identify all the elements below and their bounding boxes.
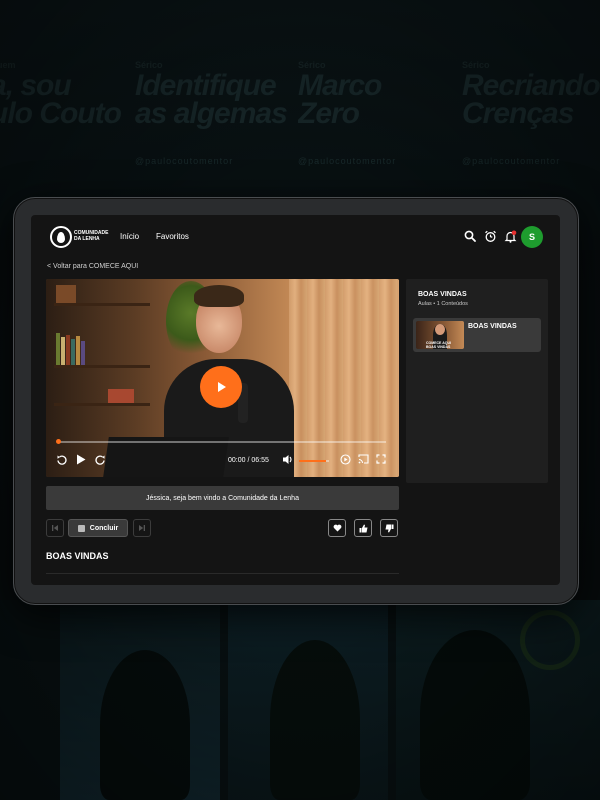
person-silhouette bbox=[100, 650, 190, 800]
thumbnail-person-head bbox=[435, 324, 445, 335]
flame-logo-icon[interactable] bbox=[50, 226, 72, 248]
thumbnail-caption-line: BOAS VINDAS bbox=[426, 345, 451, 349]
poster-title-line: ulo Couto bbox=[0, 97, 122, 130]
dislike-button[interactable] bbox=[380, 519, 398, 537]
checkbox-icon bbox=[77, 524, 85, 532]
module-title: BOAS VINDAS bbox=[418, 291, 467, 298]
search-icon[interactable] bbox=[463, 229, 477, 243]
video-shelf bbox=[54, 365, 150, 368]
video-curtain bbox=[289, 279, 399, 477]
alarm-clock-icon[interactable] bbox=[483, 229, 497, 243]
thumbs-down-icon bbox=[385, 524, 393, 532]
poster: Sérico Identifique as algemas @paulocout… bbox=[135, 20, 295, 220]
poster-handle: @paulocoutomentor bbox=[298, 156, 397, 166]
divider bbox=[46, 573, 399, 574]
skip-previous-icon bbox=[52, 525, 58, 531]
poster-title-line: Marco bbox=[298, 69, 382, 102]
poster-title: a, sou ulo Couto bbox=[0, 69, 150, 130]
video-book bbox=[66, 335, 70, 365]
video-player[interactable]: 00:00 / 06:55 bbox=[46, 279, 399, 477]
video-shelf bbox=[54, 403, 150, 406]
background-people-strip bbox=[0, 600, 600, 800]
video-book bbox=[81, 341, 85, 365]
thumbnail-caption: COMECE AQUI BOAS VINDAS bbox=[426, 341, 451, 349]
poster-title-line: Recriando bbox=[462, 69, 600, 102]
video-book bbox=[56, 285, 76, 303]
skip-next-icon bbox=[139, 525, 145, 531]
play-icon[interactable] bbox=[76, 454, 86, 465]
bell-icon[interactable] bbox=[503, 229, 517, 243]
module-subtitle: Aulas • 1 Conteúdos bbox=[418, 301, 468, 307]
nav-link-inicio[interactable]: Início bbox=[120, 232, 139, 241]
like-button[interactable] bbox=[354, 519, 372, 537]
person-silhouette bbox=[270, 640, 360, 800]
video-progress-handle[interactable] bbox=[56, 439, 61, 444]
video-book bbox=[61, 337, 65, 365]
avatar[interactable]: S bbox=[521, 226, 543, 248]
play-icon bbox=[218, 382, 226, 392]
time-separator: / bbox=[247, 457, 250, 464]
video-shelf bbox=[54, 303, 150, 306]
poster-handle: @paulocoutomentor bbox=[135, 156, 234, 166]
lesson-item[interactable]: COMECE AQUI BOAS VINDAS BOAS VINDAS bbox=[413, 318, 541, 352]
heart-icon bbox=[333, 524, 341, 532]
poster: Sérico Marco Zero @paulocoutomentor bbox=[298, 20, 458, 220]
lesson-thumbnail: COMECE AQUI BOAS VINDAS bbox=[416, 321, 464, 349]
video-person-hair bbox=[194, 285, 244, 307]
forward-icon[interactable] bbox=[94, 454, 106, 466]
poster-title-line: as algemas bbox=[135, 97, 288, 130]
video-book bbox=[71, 339, 75, 365]
favorite-button[interactable] bbox=[328, 519, 346, 537]
poster-title: Recriando Crenças bbox=[462, 69, 600, 130]
top-nav: COMUNIDADE DA LENHA Início Favoritos S bbox=[31, 215, 560, 259]
poster-title-line: Identifique bbox=[135, 69, 277, 102]
poster-title-line: a, sou bbox=[0, 69, 72, 102]
poster-title-line: Crenças bbox=[462, 97, 574, 130]
section-title: BOAS VINDAS bbox=[46, 551, 109, 561]
poster: Sérico Recriando Crenças @paulocoutoment… bbox=[462, 20, 600, 220]
person-silhouette bbox=[420, 630, 530, 800]
rewind-icon[interactable] bbox=[56, 454, 68, 466]
video-time: 00:00 / 06:55 bbox=[228, 457, 269, 464]
logo-line: DA LENHA bbox=[74, 236, 100, 242]
nav-link-favoritos[interactable]: Favoritos bbox=[156, 232, 189, 241]
poster-title: Marco Zero bbox=[298, 69, 458, 130]
next-lesson-button[interactable] bbox=[133, 519, 151, 537]
fullscreen-icon[interactable] bbox=[376, 454, 386, 464]
flame-icon bbox=[57, 231, 65, 243]
poster-handle: @paulocoutomentor bbox=[462, 156, 561, 166]
video-laptop bbox=[103, 437, 229, 477]
complete-label: Concluir bbox=[89, 524, 119, 532]
video-book bbox=[76, 336, 80, 365]
autoplay-icon[interactable] bbox=[340, 454, 351, 465]
video-book bbox=[56, 333, 60, 365]
app-screen: COMUNIDADE DA LENHA Início Favoritos S <… bbox=[31, 215, 560, 585]
decorative-ring bbox=[520, 610, 580, 670]
duration: 06:55 bbox=[251, 457, 269, 464]
complete-lesson-button[interactable]: Concluir bbox=[68, 519, 128, 537]
lesson-title: BOAS VINDAS bbox=[468, 323, 517, 330]
video-book bbox=[108, 389, 134, 403]
thumbs-up-icon bbox=[359, 524, 367, 532]
poster: Quem a, sou ulo Couto bbox=[0, 20, 150, 220]
play-overlay-button[interactable] bbox=[200, 366, 242, 408]
current-time: 00:00 bbox=[228, 457, 246, 464]
welcome-message: Jéssica, seja bem vindo a Comunidade da … bbox=[46, 486, 399, 510]
volume-slider-fill[interactable] bbox=[299, 460, 326, 462]
poster-title: Identifique as algemas bbox=[135, 69, 295, 130]
previous-lesson-button[interactable] bbox=[46, 519, 64, 537]
cast-icon[interactable] bbox=[358, 454, 369, 464]
poster-title-line: Zero bbox=[298, 97, 360, 130]
back-link[interactable]: < Voltar para COMECE AQUI bbox=[47, 263, 138, 270]
volume-icon[interactable] bbox=[282, 454, 294, 465]
lesson-sidebar: BOAS VINDAS Aulas • 1 Conteúdos COMECE A… bbox=[406, 279, 548, 483]
logo-wordmark: COMUNIDADE DA LENHA bbox=[74, 230, 108, 242]
video-progress-bar[interactable] bbox=[57, 441, 386, 443]
